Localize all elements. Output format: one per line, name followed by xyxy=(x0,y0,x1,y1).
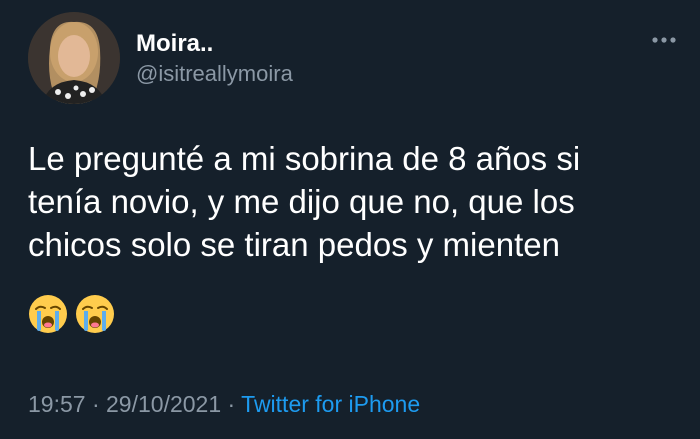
tweet-text: Le pregunté a mi sobrina de 8 años si te… xyxy=(28,140,581,263)
ellipsis-icon[interactable] xyxy=(646,22,682,58)
avatar[interactable] xyxy=(28,12,120,104)
separator: · xyxy=(221,391,242,417)
user-handle[interactable]: @isitreallymoira xyxy=(136,60,293,88)
tweet-card: Moira.. @isitreallymoira Le pregunté a m… xyxy=(0,0,700,439)
loudly-crying-face-icon xyxy=(29,295,67,333)
display-name[interactable]: Moira.. xyxy=(136,30,213,58)
separator: · xyxy=(85,391,107,417)
source-link[interactable]: Twitter for iPhone xyxy=(241,391,420,417)
loudly-crying-face-icon xyxy=(76,295,114,333)
tweet-time[interactable]: 19:57 xyxy=(28,391,86,417)
tweet-date[interactable]: 29/10/2021 xyxy=(106,391,221,417)
emoji-row xyxy=(28,294,115,334)
tweet-metadata: 19:57 · 29/10/2021 · Twitter for iPhone xyxy=(28,390,420,418)
